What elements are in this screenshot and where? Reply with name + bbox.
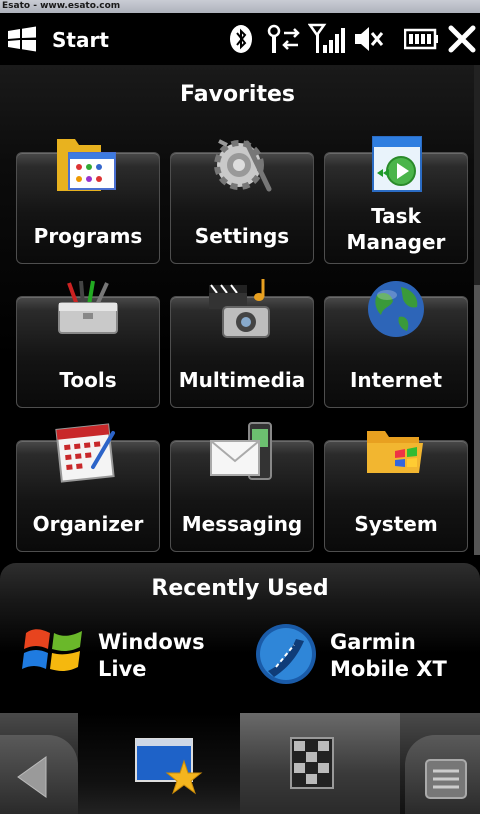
tile-system[interactable]: System [324, 431, 468, 552]
scrollbar[interactable] [474, 65, 480, 555]
recently-used-panel: Recently Used Windows Live Garmin Mobile… [0, 563, 480, 713]
tile-internet[interactable]: Internet [324, 281, 468, 408]
tile-label: System [354, 512, 438, 536]
programs-icon [57, 139, 116, 191]
start-label[interactable]: Start [52, 28, 109, 52]
tile-label: Task Manager [346, 204, 446, 254]
menu-icon [425, 759, 467, 799]
favorites-title: Favorites [180, 82, 295, 107]
signal-strength-icon[interactable] [308, 23, 348, 55]
bluetooth-icon[interactable] [228, 23, 254, 55]
battery-icon[interactable] [404, 23, 438, 55]
all-programs-tab-icon [290, 737, 334, 789]
tile-programs[interactable]: Programs [16, 139, 160, 264]
tile-label: Internet [349, 368, 443, 392]
tile-label: Messaging [181, 512, 303, 536]
favorites-tab-icon [135, 738, 203, 795]
watermark-text: Esato - www.esato.com [2, 1, 121, 11]
tile-label: Programs [33, 224, 143, 248]
tile-tools[interactable]: Tools [16, 280, 160, 408]
tile-label: Multimedia [178, 368, 306, 392]
bottom-tab-bar [0, 713, 480, 814]
scrollbar-thumb[interactable] [474, 285, 480, 555]
organizer-icon [55, 423, 115, 483]
watermark: Esato - www.esato.com [0, 0, 480, 13]
menu-button[interactable] [405, 735, 480, 814]
recent-item-label: Garmin Mobile XT [330, 630, 447, 681]
system-icon [367, 431, 423, 473]
recently-used-title: Recently Used [151, 576, 329, 601]
tile-messaging[interactable]: Messaging [170, 422, 314, 552]
recent-item-garmin-mobile-xt[interactable]: Garmin Mobile XT [254, 621, 474, 691]
tab-favorites[interactable] [78, 713, 240, 814]
tab-all-programs[interactable] [240, 713, 400, 814]
task-manager-icon [372, 136, 422, 192]
tile-organizer[interactable]: Organizer [16, 423, 160, 552]
back-arrow-icon [17, 756, 47, 798]
windows-flag-icon[interactable] [6, 25, 38, 53]
favorites-panel: Favorites Programs Settings Task Manager… [0, 65, 475, 555]
status-bar: Start [0, 13, 480, 65]
tile-label: Settings [194, 224, 290, 248]
settings-icon [214, 139, 272, 192]
tile-multimedia[interactable]: Multimedia [170, 279, 314, 408]
recent-item-label: Windows Live [98, 630, 205, 681]
data-connection-icon[interactable] [264, 23, 302, 55]
tile-label: Tools [59, 368, 117, 392]
tile-label: Organizer [32, 512, 144, 536]
internet-icon [368, 281, 424, 337]
close-icon[interactable] [448, 23, 476, 55]
recent-item-windows-live[interactable]: Windows Live [22, 621, 232, 691]
tools-icon [58, 280, 118, 334]
messaging-icon [210, 422, 272, 480]
volume-muted-icon[interactable] [352, 23, 384, 55]
multimedia-icon [209, 279, 270, 338]
garmin-icon [256, 624, 316, 684]
tile-settings[interactable]: Settings [170, 139, 314, 264]
back-button[interactable] [0, 735, 78, 814]
tile-task-manager[interactable]: Task Manager [324, 136, 468, 264]
windows-live-icon [22, 629, 82, 671]
